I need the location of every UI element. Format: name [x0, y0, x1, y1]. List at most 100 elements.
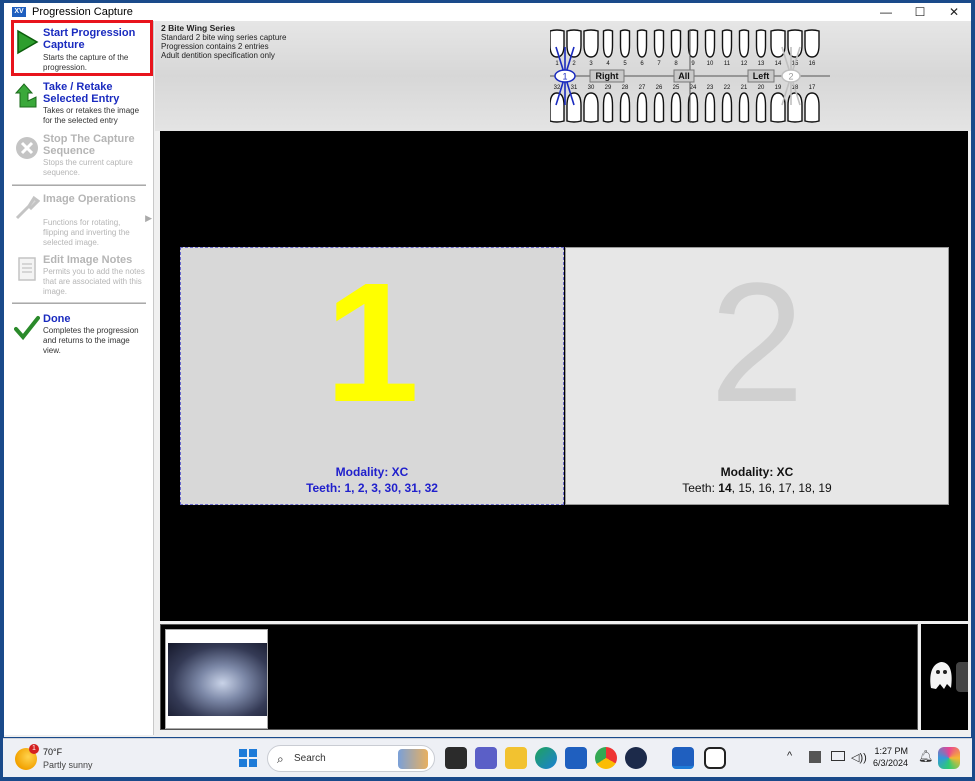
take-retake-entry-button[interactable]: Take / Retake Selected Entry Takes or re…	[12, 81, 146, 125]
notes-icon	[18, 257, 36, 281]
lower-tooth-number-21: 21	[741, 85, 748, 91]
ghost-icon[interactable]	[925, 658, 957, 692]
series-line-2: Progression contains 2 entries	[161, 42, 269, 51]
upper-tooth-10[interactable]	[704, 29, 716, 58]
app-swirl-icon[interactable]	[625, 747, 647, 769]
taskbar-clock[interactable]: 1:27 PM 6/3/2024	[873, 745, 908, 769]
window-controls: — ☐ ✕	[869, 3, 971, 21]
upper-tooth-number-2: 2	[572, 61, 576, 67]
edit-notes-desc: Permits you to add the notes that are as…	[43, 267, 145, 296]
windows-taskbar: 1 70°F Partly sunny ⌕ Search ^ ◁)) 1:27 …	[3, 738, 972, 777]
store-icon[interactable]	[565, 747, 587, 769]
stop-icon	[16, 137, 38, 159]
done-button[interactable]: Done Completes the progression and retur…	[12, 313, 146, 357]
lower-tooth-25[interactable]	[670, 92, 682, 123]
lower-tooth-17[interactable]	[804, 92, 820, 123]
xv-app-taskbar-icon[interactable]	[672, 747, 694, 769]
teams-icon[interactable]	[475, 747, 497, 769]
capture-slot-2[interactable]: 2 Modality: XC Teeth: 14, 15, 16, 17, 18…	[565, 247, 949, 505]
upper-tooth-6[interactable]	[636, 29, 648, 58]
upper-tooth-8[interactable]	[670, 29, 682, 58]
progression-capture-window: XV Progression Capture — ☐ ✕ Start Progr…	[3, 2, 972, 738]
edit-notes-title: Edit Image Notes	[43, 254, 133, 266]
lower-tooth-23[interactable]	[704, 92, 716, 123]
upper-tooth-number-3: 3	[589, 61, 593, 67]
close-button[interactable]: ✕	[937, 3, 971, 21]
upper-tooth-2[interactable]	[566, 29, 582, 58]
network-icon[interactable]	[831, 751, 845, 761]
weather-condition: Partly sunny	[43, 760, 93, 770]
start-windows-icon[interactable]	[239, 749, 257, 767]
edge-browser-icon[interactable]	[535, 747, 557, 769]
collapse-tab[interactable]	[956, 662, 968, 692]
slot-2-number: 2	[709, 248, 805, 438]
taskbar-search[interactable]: ⌕ Search	[267, 745, 435, 772]
search-label: Search	[294, 753, 326, 764]
upper-tooth-number-11: 11	[724, 61, 731, 67]
lower-tooth-31[interactable]	[566, 92, 582, 123]
maximize-button[interactable]: ☐	[903, 3, 937, 21]
upper-tooth-11[interactable]	[721, 29, 733, 58]
stop-capture-title: Stop The Capture Sequence	[43, 133, 135, 157]
file-explorer-icon[interactable]	[505, 747, 527, 769]
upper-tooth-14[interactable]	[770, 29, 786, 58]
clock-time: 1:27 PM	[874, 746, 909, 756]
image-operations-button[interactable]: Image Operations Functions for rotating,…	[12, 193, 152, 249]
right-button[interactable]: Right	[589, 69, 625, 83]
upper-tooth-13[interactable]	[755, 29, 767, 58]
tray-app-icon[interactable]	[809, 751, 821, 763]
chevron-right-icon: ▶	[145, 213, 152, 223]
lower-tooth-26[interactable]	[653, 92, 665, 123]
selector-1-label: 1	[562, 72, 567, 82]
edit-image-notes-button[interactable]: Edit Image Notes Permits you to add the …	[12, 254, 146, 304]
upper-tooth-1[interactable]	[550, 29, 565, 58]
upper-tooth-4[interactable]	[602, 29, 614, 58]
image-operations-title: Image Operations	[43, 193, 136, 205]
lower-tooth-30[interactable]	[583, 92, 599, 123]
upper-tooth-number-12: 12	[741, 61, 748, 67]
weather-badge: 1	[29, 744, 39, 754]
slot-1-number: 1	[324, 248, 420, 438]
lower-tooth-28[interactable]	[619, 92, 631, 123]
upper-tooth-15[interactable]	[787, 29, 803, 58]
upper-tooth-5[interactable]	[619, 29, 631, 58]
title-bar: XV Progression Capture — ☐ ✕	[4, 3, 971, 21]
left-button[interactable]: Left	[747, 69, 775, 83]
selector-2-label: 2	[788, 72, 793, 82]
lower-teeth-row	[550, 92, 820, 123]
upper-tooth-number-16: 16	[809, 61, 816, 67]
chrome-icon[interactable]	[595, 747, 617, 769]
upper-tooth-7[interactable]	[653, 29, 665, 58]
task-view-icon[interactable]	[445, 747, 467, 769]
lower-tooth-18[interactable]	[787, 92, 803, 123]
image-thumbnail[interactable]	[165, 629, 268, 729]
copilot-pre-icon[interactable]	[938, 747, 960, 769]
checkmark-icon	[14, 316, 40, 341]
stop-capture-desc: Stops the current capture sequence.	[43, 158, 133, 177]
notification-bell-icon[interactable]: 🔔︎	[918, 749, 933, 763]
chevron-up-icon[interactable]: ^	[787, 750, 792, 762]
capture-slot-1[interactable]: 1 Modality: XC Teeth: 1, 2, 3, 30, 31, 3…	[180, 247, 564, 505]
volume-icon[interactable]: ◁))	[851, 751, 867, 764]
upper-tooth-number-14: 14	[775, 61, 782, 67]
lower-tooth-22[interactable]	[721, 92, 733, 123]
stop-capture-button[interactable]: Stop The Capture Sequence Stops the curr…	[12, 133, 146, 179]
minimize-button[interactable]: —	[869, 3, 903, 21]
upper-tooth-3[interactable]	[583, 29, 599, 58]
upper-teeth-row	[550, 29, 820, 58]
upper-tooth-16[interactable]	[804, 29, 820, 58]
all-button[interactable]: All	[673, 69, 695, 83]
lower-tooth-27[interactable]	[636, 92, 648, 123]
weather-widget[interactable]: 1 70°F Partly sunny	[15, 744, 135, 774]
lower-tooth-32[interactable]	[550, 92, 565, 123]
all-button-label: All	[678, 71, 690, 81]
lower-tooth-19[interactable]	[770, 92, 786, 123]
upper-tooth-12[interactable]	[738, 29, 750, 58]
lower-tooth-21[interactable]	[738, 92, 750, 123]
remote-app-icon[interactable]	[704, 747, 726, 769]
selector-2[interactable]: 2	[781, 46, 801, 106]
xv-app-icon: XV	[12, 7, 26, 17]
selector-1[interactable]: 1	[554, 46, 576, 106]
lower-tooth-20[interactable]	[755, 92, 767, 123]
lower-tooth-29[interactable]	[602, 92, 614, 123]
